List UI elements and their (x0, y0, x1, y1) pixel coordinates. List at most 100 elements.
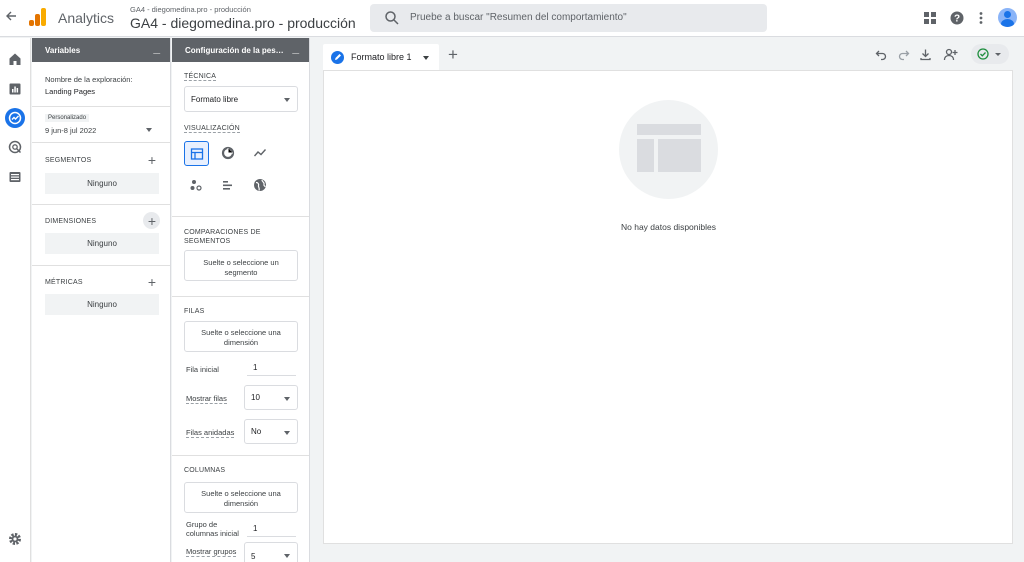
show-rows-select[interactable]: 10 (244, 385, 298, 410)
exploration-name-section: Nombre de la exploración: Landing Pages (32, 62, 170, 107)
app-name: Analytics (58, 10, 115, 26)
settings-icon[interactable] (8, 532, 22, 546)
search-box[interactable]: Pruebe a buscar "Resumen del comportamie… (370, 4, 767, 32)
table-icon[interactable] (184, 141, 209, 166)
segment-drop-zone[interactable]: Suelte o seleccione un segmento (184, 250, 298, 281)
empty-state-illustration (619, 100, 718, 199)
redo-icon[interactable] (897, 48, 910, 61)
columns-label: COLUMNAS (184, 467, 226, 474)
add-tab-icon[interactable]: + (445, 46, 461, 63)
variables-panel: Variables _ Nombre de la exploración: La… (32, 38, 171, 562)
show-rows-value: 10 (251, 393, 260, 402)
analytics-logo[interactable] (29, 8, 47, 26)
tab-settings-panel: Configuración de la pes… _ TÉCNICA Forma… (172, 38, 310, 562)
check-circle-icon (977, 48, 989, 60)
donut-chart-icon[interactable] (216, 141, 241, 166)
apps-grid-icon[interactable] (923, 11, 937, 25)
minimize-icon[interactable]: _ (153, 41, 160, 55)
metrics-label: MÉTRICAS (45, 279, 83, 286)
rows-label: FILAS (184, 308, 205, 315)
scatter-plot-icon[interactable] (184, 173, 209, 198)
exploration-name-label: Nombre de la exploración: (45, 75, 133, 84)
advertising-icon[interactable] (8, 140, 22, 154)
empty-state-text: No hay datos disponibles (621, 222, 716, 232)
start-column-group-label: Grupo de columnas inicial (186, 520, 239, 538)
show-groups-select[interactable]: 5 (244, 542, 298, 562)
segments-label: SEGMENTOS (45, 157, 92, 164)
nav-rail (0, 38, 31, 562)
chevron-down-icon (284, 553, 290, 558)
tab-formato-libre-1[interactable]: Formato libre 1 (323, 44, 439, 71)
dimensions-value[interactable]: Ninguno (45, 233, 159, 254)
more-vert-icon[interactable] (974, 11, 988, 25)
exploration-canvas: No hay datos disponibles (323, 70, 1013, 544)
dimensions-section: DIMENSIONES + Ninguno (32, 205, 170, 266)
arrow-left-icon[interactable] (4, 9, 18, 27)
technique-value: Formato libre (191, 95, 239, 104)
tab-settings-header: Configuración de la pes… _ (172, 38, 309, 62)
exploration-name-field[interactable]: Landing Pages (45, 87, 95, 96)
segment-comparisons-label: COMPARACIONES DE SEGMENTOS (184, 229, 261, 245)
segment-comparisons-section: COMPARACIONES DE SEGMENTOS Suelte o sele… (172, 217, 309, 297)
technique-label: TÉCNICA (184, 73, 217, 81)
add-metric-icon[interactable]: + (145, 275, 159, 289)
download-icon[interactable] (919, 48, 932, 61)
date-range-section[interactable]: Personalizado 9 jun-8 jul 2022 (32, 107, 170, 143)
dimensions-label: DIMENSIONES (45, 218, 97, 225)
nested-rows-label: Filas anidadas (186, 428, 235, 438)
canvas-tab-bar: Formato libre 1 + (323, 38, 1013, 71)
variables-title: Variables (45, 46, 81, 55)
add-segment-icon[interactable]: + (145, 153, 159, 167)
undo-icon[interactable] (875, 48, 888, 61)
bar-chart-icon[interactable] (216, 173, 241, 198)
chevron-down-icon[interactable] (423, 56, 429, 60)
explore-icon[interactable] (8, 111, 22, 125)
reports-icon[interactable] (8, 82, 22, 96)
top-bar: Analytics GA4 - diegomedina.pro - produc… (0, 0, 1024, 37)
metrics-value[interactable]: Ninguno (45, 294, 159, 315)
nested-rows-select[interactable]: No (244, 419, 298, 444)
segments-section: SEGMENTOS + Ninguno (32, 143, 170, 205)
status-button[interactable] (971, 44, 1009, 64)
technique-select[interactable]: Formato libre (184, 86, 298, 112)
segments-value[interactable]: Ninguno (45, 173, 159, 194)
start-row-input[interactable]: 1 (247, 360, 296, 376)
columns-section: COLUMNAS Suelte o seleccione una dimensi… (172, 456, 309, 562)
geo-map-icon[interactable] (248, 173, 273, 198)
metrics-section: MÉTRICAS + Ninguno (32, 266, 170, 322)
chevron-down-icon[interactable] (146, 128, 152, 132)
columns-drop-zone[interactable]: Suelte o seleccione una dimensión (184, 482, 298, 513)
search-input[interactable]: Pruebe a buscar "Resumen del comportamie… (410, 12, 627, 23)
configure-icon[interactable] (8, 170, 22, 184)
nested-rows-value: No (251, 427, 262, 436)
minimize-icon[interactable]: _ (292, 41, 299, 55)
chevron-down-icon (284, 98, 290, 102)
property-breadcrumb[interactable]: GA4 - diegomedina.pro - producción (130, 5, 251, 14)
search-icon (385, 11, 399, 25)
visualization-label: VISUALIZACIÓN (184, 125, 240, 133)
chevron-down-icon (284, 430, 290, 435)
tab-label: Formato libre 1 (351, 52, 412, 62)
line-chart-icon[interactable] (248, 141, 273, 166)
tab-settings-title: Configuración de la pes… (185, 46, 284, 55)
variables-header: Variables _ (32, 38, 170, 62)
show-groups-label: Mostrar grupos (186, 547, 237, 557)
svg-text:?: ? (954, 14, 960, 25)
date-badge: Personalizado (45, 114, 90, 122)
rows-drop-zone[interactable]: Suelte o seleccione una dimensión (184, 321, 298, 352)
share-icon[interactable] (943, 48, 958, 61)
start-row-label: Fila inicial (186, 365, 219, 374)
account-avatar[interactable] (998, 8, 1017, 27)
start-column-group-input[interactable]: 1 (247, 521, 296, 537)
add-dimension-icon[interactable]: + (145, 214, 159, 228)
chevron-down-icon (995, 53, 1001, 56)
technique-section: TÉCNICA Formato libre VISUALIZACIÓN (172, 62, 309, 217)
home-icon[interactable] (8, 52, 22, 66)
show-groups-value: 5 (251, 552, 256, 561)
help-icon[interactable]: ? (950, 11, 964, 25)
date-range-value[interactable]: 9 jun-8 jul 2022 (45, 126, 96, 135)
show-rows-label: Mostrar filas (186, 394, 227, 404)
rows-section: FILAS Suelte o seleccione una dimensión … (172, 297, 309, 456)
property-selector[interactable]: GA4 - diegomedina.pro - producción (130, 15, 356, 31)
chevron-down-icon (284, 396, 290, 401)
